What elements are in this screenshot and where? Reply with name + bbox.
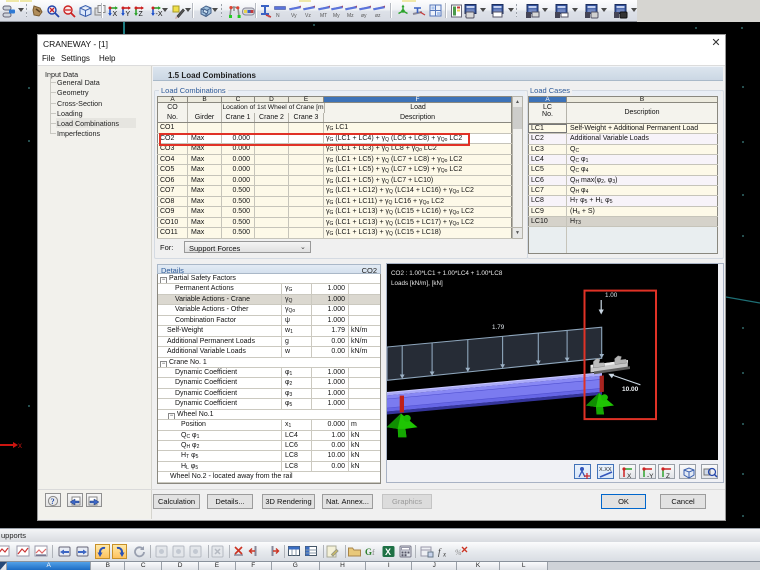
svg-text:G: G — [365, 547, 372, 557]
svg-text:My: My — [333, 13, 340, 19]
svg-text:Vz: Vz — [305, 13, 311, 19]
svg-text:Z: Z — [666, 473, 670, 480]
svg-text:f: f — [372, 548, 375, 557]
svg-text:MT: MT — [320, 13, 327, 19]
svg-text:x: x — [442, 551, 447, 559]
svg-text:%: % — [455, 548, 462, 557]
svg-text:Z: Z — [138, 11, 143, 18]
svg-text:Vy: Vy — [291, 13, 297, 19]
svg-text:Mz: Mz — [347, 13, 354, 19]
svg-text:X: X — [627, 473, 632, 480]
svg-text:f: f — [438, 547, 442, 557]
svg-text:X: X — [113, 11, 118, 18]
svg-text:-X: -X — [155, 11, 162, 18]
svg-text:-Y: -Y — [647, 473, 654, 480]
svg-text:N: N — [276, 13, 280, 19]
svg-text:?: ? — [51, 497, 55, 506]
svg-text:øy: øy — [361, 13, 367, 19]
svg-text:øz: øz — [375, 13, 381, 19]
svg-text:X: X — [385, 547, 391, 557]
